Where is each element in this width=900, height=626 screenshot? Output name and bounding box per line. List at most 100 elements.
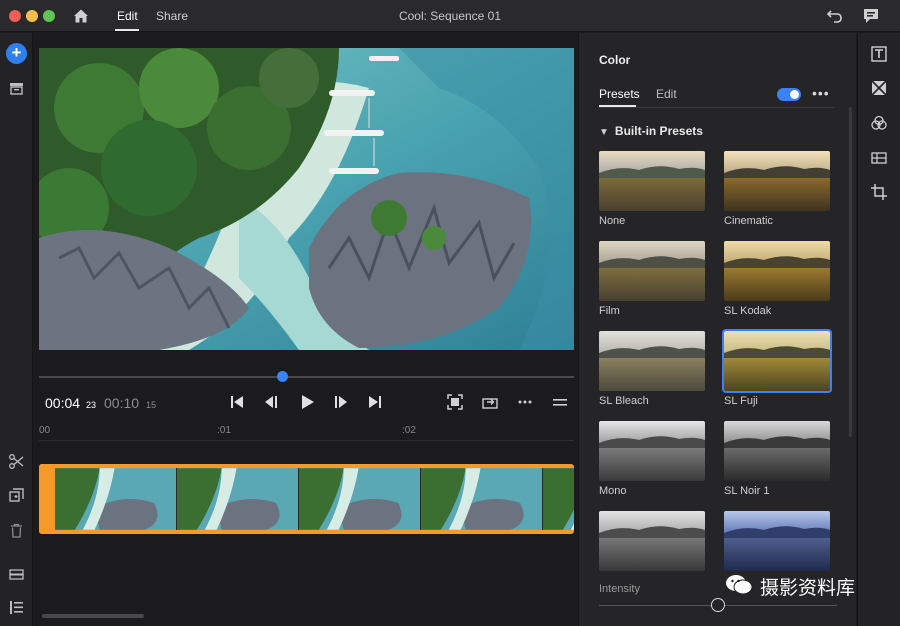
step-back-icon[interactable] [262, 393, 280, 411]
play-icon[interactable] [298, 393, 316, 411]
current-frame: 23 [86, 400, 97, 410]
preset-thumbnail[interactable] [722, 329, 832, 393]
timeline-scrollbar[interactable] [42, 614, 144, 618]
preset-thumbnail[interactable] [599, 511, 705, 571]
preset-label: SL Bleach [599, 395, 649, 407]
color-panel: Color Presets Edit ••• ▼ Built-in Presets… [578, 33, 856, 626]
preset-preview-image [599, 511, 705, 571]
preset-preview-image [724, 151, 830, 211]
preset-preview-image [599, 331, 705, 391]
ruler-label-0: 00 [39, 425, 51, 436]
more-icon[interactable] [516, 393, 534, 411]
intensity-slider-knob[interactable] [711, 598, 725, 612]
fit-icon[interactable] [446, 393, 464, 411]
preset-thumbnail[interactable] [599, 151, 705, 211]
color-enable-toggle[interactable] [777, 88, 801, 101]
go-to-end-icon[interactable] [366, 393, 384, 411]
preset-preview-image [724, 511, 830, 571]
preset-thumbnail[interactable] [599, 421, 705, 481]
go-to-start-icon[interactable] [228, 393, 246, 411]
watermark-text: 摄影资料库 [760, 577, 856, 599]
preset-preview-image [599, 151, 705, 211]
media-bin-icon[interactable] [8, 80, 25, 97]
intensity-label: Intensity [599, 583, 640, 595]
preset-preview-image [724, 241, 830, 301]
preset-item[interactable]: SL Kodak [724, 241, 830, 317]
aerial-lagoon-frame [39, 48, 574, 350]
total-frame: 15 [146, 400, 157, 410]
add-media-button[interactable]: + [6, 43, 27, 64]
tabs-divider [599, 107, 834, 108]
built-in-presets-header[interactable]: ▼ Built-in Presets [599, 124, 703, 138]
clip-filmstrip [55, 468, 574, 530]
trash-icon[interactable] [8, 522, 25, 539]
clip-trim-handle[interactable] [39, 464, 55, 534]
clip-thumbnail [543, 468, 574, 530]
color-icon[interactable] [870, 114, 888, 132]
duplicate-icon[interactable] [8, 487, 25, 504]
current-time: 00:04 [45, 395, 81, 411]
playhead-handle[interactable] [277, 371, 288, 382]
preset-label: Film [599, 305, 620, 317]
document-title: Cool: Sequence 01 [398, 9, 502, 23]
step-forward-icon[interactable] [332, 393, 350, 411]
preset-item[interactable]: Mono [599, 421, 705, 497]
preset-thumbnail[interactable] [724, 421, 830, 481]
preset-item[interactable]: Cinematic [724, 151, 830, 227]
preset-item[interactable]: Film [599, 241, 705, 317]
preset-label: Cinematic [724, 215, 773, 227]
tab-edit-color[interactable]: Edit [656, 87, 677, 101]
tab-presets[interactable]: Presets [599, 87, 640, 101]
section-label: Built-in Presets [614, 124, 703, 138]
ruler-baseline [39, 440, 574, 441]
titles-icon[interactable] [870, 45, 888, 63]
menu-icon[interactable] [551, 393, 569, 411]
undo-icon[interactable] [826, 7, 844, 25]
ruler-label-1: :01 [217, 425, 231, 436]
preset-item[interactable] [599, 511, 705, 571]
left-toolbar: + [0, 33, 33, 626]
toggle-knob [790, 90, 799, 99]
preset-item[interactable]: None [599, 151, 705, 227]
share-icon[interactable] [481, 393, 499, 411]
preset-label: Mono [599, 485, 627, 497]
preset-preview-image [724, 331, 830, 391]
scrub-bar[interactable] [39, 376, 574, 378]
preset-label: SL Fuji [724, 395, 758, 407]
chevron-down-icon: ▼ [599, 127, 609, 138]
list-icon[interactable] [8, 599, 25, 616]
preset-preview-image [724, 421, 830, 481]
preset-thumbnail[interactable] [599, 331, 705, 391]
panel-scrollbar[interactable] [849, 107, 852, 437]
preset-thumbnail[interactable] [599, 241, 705, 301]
preset-item[interactable] [724, 511, 830, 571]
scissors-icon[interactable] [8, 453, 25, 470]
preset-item[interactable]: SL Fuji [722, 329, 832, 407]
feedback-icon[interactable] [862, 7, 880, 25]
clip-thumbnail [421, 468, 543, 530]
total-duration: 00:10 [104, 395, 140, 411]
preset-item[interactable]: SL Bleach [599, 331, 705, 407]
add-icon: + [11, 43, 22, 62]
right-toolbar [857, 33, 900, 626]
crop-icon[interactable] [870, 183, 888, 201]
track-icon[interactable] [8, 566, 25, 583]
clip-thumbnail [55, 468, 177, 530]
ruler-label-2: :02 [402, 425, 416, 436]
wechat-logo-icon [726, 575, 753, 595]
preset-preview-image [599, 421, 705, 481]
transitions-icon[interactable] [870, 79, 888, 97]
timeline-clip[interactable] [39, 464, 574, 534]
video-preview[interactable] [39, 48, 574, 350]
preset-thumbnail[interactable] [724, 241, 830, 301]
panel-more-icon[interactable]: ••• [812, 85, 830, 101]
clip-thumbnail [177, 468, 299, 530]
preset-label: None [599, 215, 626, 227]
preset-thumbnail[interactable] [724, 511, 830, 571]
watermark: 摄影资料库 [724, 570, 894, 600]
preset-item[interactable]: SL Noir 1 [724, 421, 830, 497]
preset-label: SL Noir 1 [724, 485, 770, 497]
panel-title: Color [599, 53, 631, 67]
audio-icon[interactable] [870, 149, 888, 167]
preset-thumbnail[interactable] [724, 151, 830, 211]
